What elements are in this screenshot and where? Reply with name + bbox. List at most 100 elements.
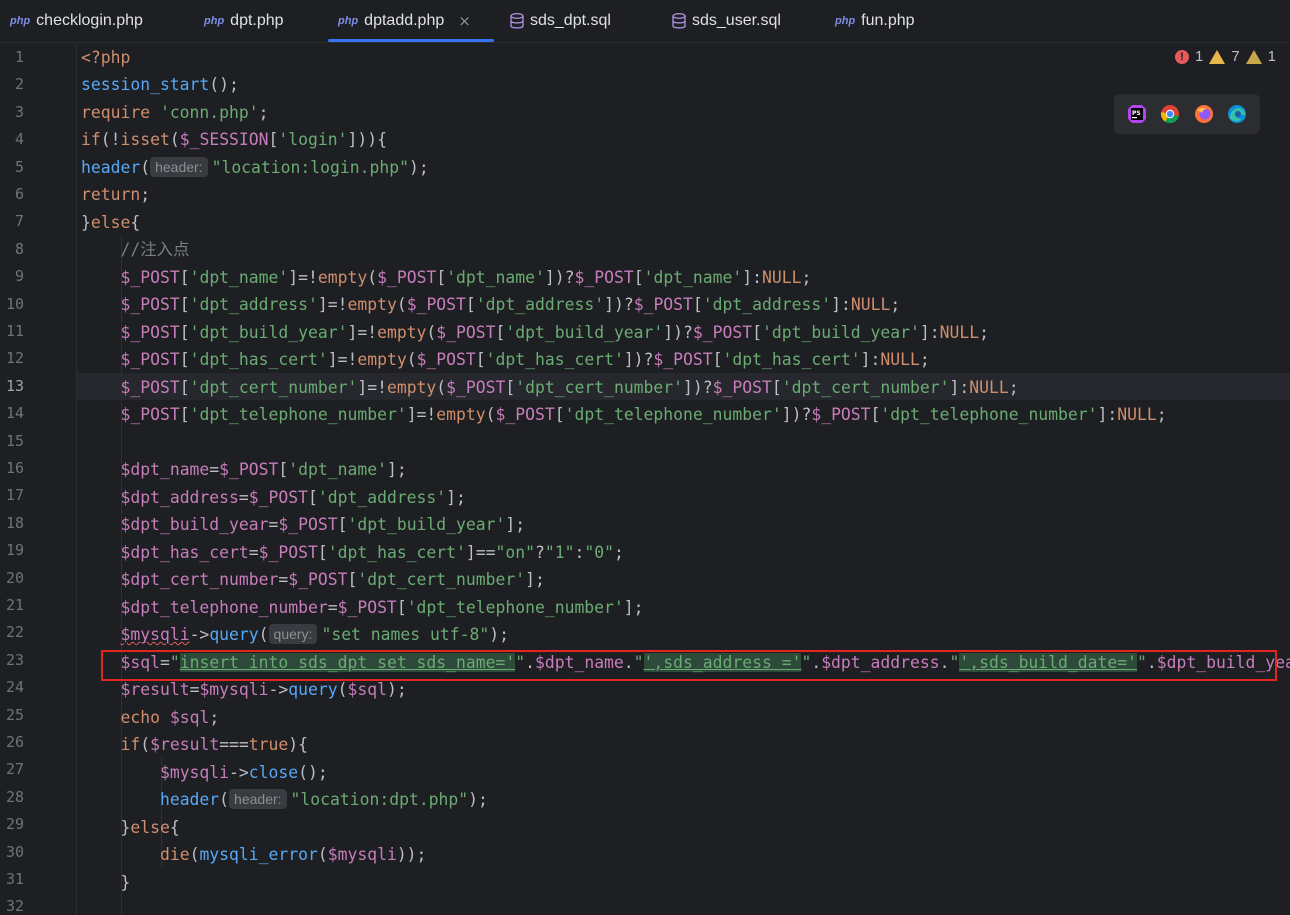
line-number: 6 xyxy=(14,185,24,203)
line-number: 23 xyxy=(5,651,24,669)
code-line: }else{ xyxy=(81,213,141,232)
code-line: return; xyxy=(81,185,151,204)
line-number: 9 xyxy=(14,267,24,285)
line-number: 7 xyxy=(14,212,24,230)
code-line: $_POST['dpt_build_year']=!empty($_POST['… xyxy=(120,323,989,342)
line-number: 18 xyxy=(5,514,24,532)
tab-sds-user-sql[interactable]: sds_user.sql xyxy=(662,0,822,42)
line-number: 13 xyxy=(5,377,24,395)
code-line: $dpt_has_cert=$_POST['dpt_has_cert']=="o… xyxy=(120,543,624,562)
tab-checklogin-php[interactable]: php checklogin.php xyxy=(0,0,190,42)
line-number: 14 xyxy=(5,404,24,422)
code-line: session_start(); xyxy=(81,75,239,94)
code-line: $mysqli->close(); xyxy=(159,763,328,782)
line-number: 5 xyxy=(14,158,24,176)
code-line: $sql="insert into sds_dpt set sds_name='… xyxy=(120,653,1290,672)
code-line: $dpt_build_year=$_POST['dpt_build_year']… xyxy=(120,515,526,534)
code-line: $_POST['dpt_has_cert']=!empty($_POST['dp… xyxy=(120,350,930,369)
line-number: 16 xyxy=(5,459,24,477)
line-number: 30 xyxy=(5,843,24,861)
svg-text:PS: PS xyxy=(1132,110,1141,117)
code-line: $_POST['dpt_cert_number']=!empty($_POST[… xyxy=(120,378,1019,397)
tab-label: dpt.php xyxy=(230,12,284,29)
line-number: 31 xyxy=(5,870,24,888)
phpstorm-icon[interactable]: PS xyxy=(1127,104,1147,124)
line-number: 25 xyxy=(5,706,24,724)
code-line: if(!isset($_SESSION['login'])){ xyxy=(81,130,387,149)
line-number: 19 xyxy=(5,541,24,559)
tab-label: dptadd.php xyxy=(364,12,445,29)
code-line: } xyxy=(120,873,131,892)
code-line: $_POST['dpt_address']=!empty($_POST['dpt… xyxy=(120,295,901,314)
code-line: }else{ xyxy=(120,818,180,837)
line-number: 26 xyxy=(5,733,24,751)
code-line: $_POST['dpt_name']=!empty($_POST['dpt_na… xyxy=(120,268,812,287)
line-number: 24 xyxy=(5,678,24,696)
php-file-icon: php xyxy=(835,15,856,27)
php-file-icon: php xyxy=(10,15,31,27)
line-number: 32 xyxy=(5,897,24,915)
line-number: 20 xyxy=(5,569,24,587)
chrome-icon[interactable] xyxy=(1160,104,1180,124)
line-number: 3 xyxy=(14,103,24,121)
ide-window: php checklogin.php php dpt.php php dptad… xyxy=(0,0,1290,915)
close-icon[interactable]: × xyxy=(458,12,471,30)
line-number: 29 xyxy=(5,815,24,833)
code-line: $mysqli->query(query: "set names utf-8"); xyxy=(120,624,509,644)
tab-label: fun.php xyxy=(861,12,915,29)
code-editor[interactable]: <?php session_start(); require 'conn.php… xyxy=(76,43,1290,915)
error-count: 1 xyxy=(1194,48,1204,65)
tab-label: sds_user.sql xyxy=(692,12,781,29)
line-number: 1 xyxy=(14,48,24,66)
code-line: header(header: "location:login.php"); xyxy=(81,157,429,177)
line-number: 17 xyxy=(5,486,24,504)
warning-count: 7 xyxy=(1231,48,1240,65)
code-line: $result=$mysqli->query($sql); xyxy=(120,680,407,699)
warning-icon xyxy=(1209,49,1226,64)
edge-icon[interactable] xyxy=(1227,104,1247,124)
code-line: echo $sql; xyxy=(120,708,220,727)
browser-preview-toolbar: PS xyxy=(1114,94,1260,134)
tab-label: sds_dpt.sql xyxy=(530,12,611,29)
tab-fun-php[interactable]: php fun.php xyxy=(825,0,945,42)
php-file-icon: php xyxy=(204,15,225,27)
code-line: $dpt_name=$_POST['dpt_name']; xyxy=(120,460,407,479)
line-number-gutter: 1 2 3 4 5 6 7 8 9 10 11 12 13 14 15 16 17 18 19 20 21 22 23 24 2… xyxy=(0,43,76,915)
line-number: 28 xyxy=(5,788,24,806)
weak-warning-icon xyxy=(1245,49,1262,64)
firefox-icon[interactable] xyxy=(1194,104,1214,124)
php-file-icon: php xyxy=(338,15,359,27)
editor-tab-bar: php checklogin.php php dpt.php php dptad… xyxy=(0,0,1290,43)
code-line: require 'conn.php'; xyxy=(81,103,269,122)
code-line: //注入点 xyxy=(120,240,190,259)
code-line: <?php xyxy=(81,48,131,67)
line-number: 2 xyxy=(14,75,24,93)
tab-sds-dpt-sql[interactable]: sds_dpt.sql xyxy=(500,0,660,42)
line-number: 27 xyxy=(5,760,24,778)
line-number: 21 xyxy=(5,596,24,614)
weak-warning-count: 1 xyxy=(1267,48,1276,65)
tab-dptadd-php[interactable]: php dptadd.php × xyxy=(328,0,494,42)
line-number: 8 xyxy=(14,240,24,258)
inspection-widget[interactable]: ! 1 7 1 xyxy=(1174,48,1276,65)
code-line: $_POST['dpt_telephone_number']=!empty($_… xyxy=(120,405,1167,424)
parameter-hint: query: xyxy=(268,624,318,644)
line-number: 11 xyxy=(5,322,24,340)
code-line: $dpt_address=$_POST['dpt_address']; xyxy=(120,488,466,507)
line-number: 15 xyxy=(5,432,24,450)
line-number: 12 xyxy=(5,349,24,367)
code-line: if($result===true){ xyxy=(120,735,309,754)
database-file-icon xyxy=(510,13,524,29)
line-number: 4 xyxy=(14,130,24,148)
line-number: 10 xyxy=(5,295,24,313)
database-file-icon xyxy=(672,13,686,29)
tab-dpt-php[interactable]: php dpt.php xyxy=(194,0,324,42)
parameter-hint: header: xyxy=(229,789,287,809)
tab-label: checklogin.php xyxy=(36,12,143,29)
code-line: $dpt_telephone_number=$_POST['dpt_teleph… xyxy=(120,598,644,617)
code-line: $dpt_cert_number=$_POST['dpt_cert_number… xyxy=(120,570,545,589)
code-line: header(header: "location:dpt.php"); xyxy=(159,789,488,809)
code-line: die(mysqli_error($mysqli)); xyxy=(159,845,427,864)
error-icon: ! xyxy=(1174,49,1189,64)
parameter-hint: header: xyxy=(150,157,208,177)
